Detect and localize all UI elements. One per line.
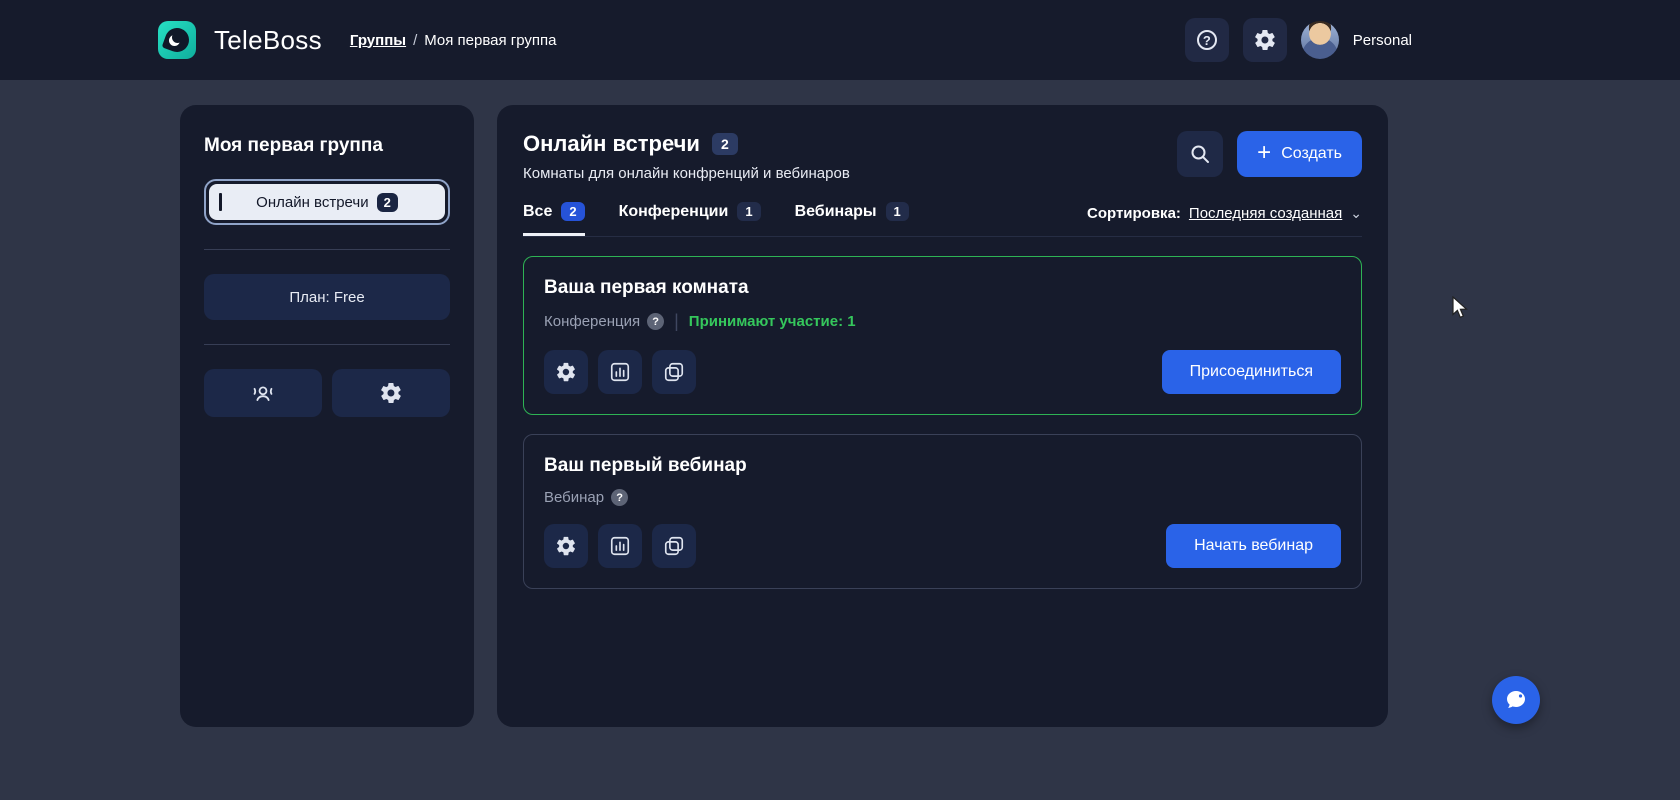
room-records-button[interactable] xyxy=(652,350,696,394)
tab-conferences[interactable]: Конференции 1 xyxy=(619,202,761,236)
room-stats-button[interactable] xyxy=(598,524,642,568)
start-webinar-button[interactable]: Начать вебинар xyxy=(1166,524,1341,568)
chevron-down-icon[interactable]: ⌄ xyxy=(1350,205,1362,222)
sort-label: Сортировка: xyxy=(1086,204,1181,222)
tab-conferences-badge: 1 xyxy=(737,202,761,221)
search-button[interactable] xyxy=(1177,131,1224,177)
gear-icon xyxy=(1253,28,1277,52)
sort-value-dropdown[interactable]: Последняя созданная xyxy=(1189,205,1342,222)
tab-all-label: Все xyxy=(523,202,553,220)
participants-status: Принимают участие: 1 xyxy=(688,313,856,330)
settings-button[interactable] xyxy=(1242,18,1287,62)
rooms-panel: Онлайн встречи 2 Комнаты для онлайн конф… xyxy=(497,105,1388,727)
room-type-label: Вебинар xyxy=(544,489,605,506)
tab-conferences-label: Конференции xyxy=(618,202,729,220)
tabs-row: Все 2 Конференции 1 Вебинары 1 Сортировк… xyxy=(523,202,1362,237)
tab-webinars[interactable]: Вебинары 1 xyxy=(795,202,909,236)
meta-divider: | xyxy=(674,311,679,331)
page-title-badge: 2 xyxy=(711,133,738,155)
tab-all-badge: 2 xyxy=(561,202,585,221)
group-settings-button[interactable] xyxy=(332,369,450,417)
gear-icon xyxy=(555,535,577,557)
sort-control: Сортировка: Последняя созданная ⌄ xyxy=(1087,205,1362,234)
sidebar-divider xyxy=(204,344,450,345)
room-title: Ваш первый вебинар xyxy=(544,455,747,476)
plan-button[interactable]: План: Free xyxy=(204,274,450,320)
group-members-button[interactable] xyxy=(204,369,322,417)
tab-all[interactable]: Все 2 xyxy=(523,202,585,236)
tab-webinars-label: Вебинары xyxy=(794,202,877,220)
help-icon[interactable]: ? xyxy=(611,489,629,506)
bar-chart-icon xyxy=(609,361,631,383)
create-button-label: Создать xyxy=(1281,145,1342,162)
page-title: Онлайн встречи xyxy=(523,131,700,156)
participants-icon xyxy=(250,380,276,406)
chat-bubble-icon xyxy=(1504,688,1528,712)
layers-icon xyxy=(663,361,685,383)
breadcrumb-current: Моя первая группа xyxy=(424,31,557,49)
group-title: Моя первая группа xyxy=(204,135,383,156)
gear-icon xyxy=(555,361,577,383)
group-sidebar: Моя первая группа Онлайн встречи 2 План:… xyxy=(180,105,474,727)
user-avatar[interactable] xyxy=(1300,21,1339,59)
room-card-conference: Ваша первая комната Конференция ? | Прин… xyxy=(523,256,1362,415)
room-type: Конференция ? xyxy=(544,313,665,330)
support-chat-button[interactable] xyxy=(1492,676,1540,724)
room-type: Вебинар ? xyxy=(544,489,629,506)
room-card-webinar: Ваш первый вебинар Вебинар ? Начать веби… xyxy=(523,434,1362,589)
breadcrumb-link-groups[interactable]: Группы xyxy=(350,32,406,49)
join-button[interactable]: Присоединиться xyxy=(1161,350,1341,394)
brand-title: TeleBoss xyxy=(214,24,322,55)
profile-label[interactable]: Personal xyxy=(1353,32,1412,49)
room-settings-button[interactable] xyxy=(544,350,588,394)
help-icon[interactable]: ? xyxy=(647,313,665,330)
plus-icon: + xyxy=(1257,139,1272,166)
sidebar-item-label: Онлайн встречи xyxy=(256,193,369,211)
search-icon xyxy=(1188,142,1212,166)
page-subtitle: Комнаты для онлайн конфренций и вебинаро… xyxy=(523,165,850,182)
help-button[interactable]: ? xyxy=(1184,18,1229,62)
tab-webinars-badge: 1 xyxy=(885,202,909,221)
room-type-label: Конференция xyxy=(544,313,641,330)
gear-icon xyxy=(379,381,403,405)
breadcrumb-separator: / xyxy=(413,31,418,49)
room-records-button[interactable] xyxy=(652,524,696,568)
sidebar-item-online-meetings[interactable]: Онлайн встречи 2 xyxy=(204,179,450,225)
create-button[interactable]: + Создать xyxy=(1237,131,1362,177)
sidebar-item-badge: 2 xyxy=(376,192,398,212)
bar-chart-icon xyxy=(609,535,631,557)
breadcrumb: Группы / Моя первая группа xyxy=(350,32,557,49)
teleboss-logo-icon xyxy=(158,21,196,59)
help-icon: ? xyxy=(1196,30,1217,50)
room-stats-button[interactable] xyxy=(598,350,642,394)
mouse-cursor xyxy=(1450,296,1470,320)
layers-icon xyxy=(663,535,685,557)
text-caret xyxy=(219,193,222,211)
room-title: Ваша первая комната xyxy=(544,277,749,298)
sidebar-divider xyxy=(204,249,450,250)
topbar: TeleBoss Группы / Моя первая группа ? Pe… xyxy=(0,0,1680,80)
room-settings-button[interactable] xyxy=(544,524,588,568)
